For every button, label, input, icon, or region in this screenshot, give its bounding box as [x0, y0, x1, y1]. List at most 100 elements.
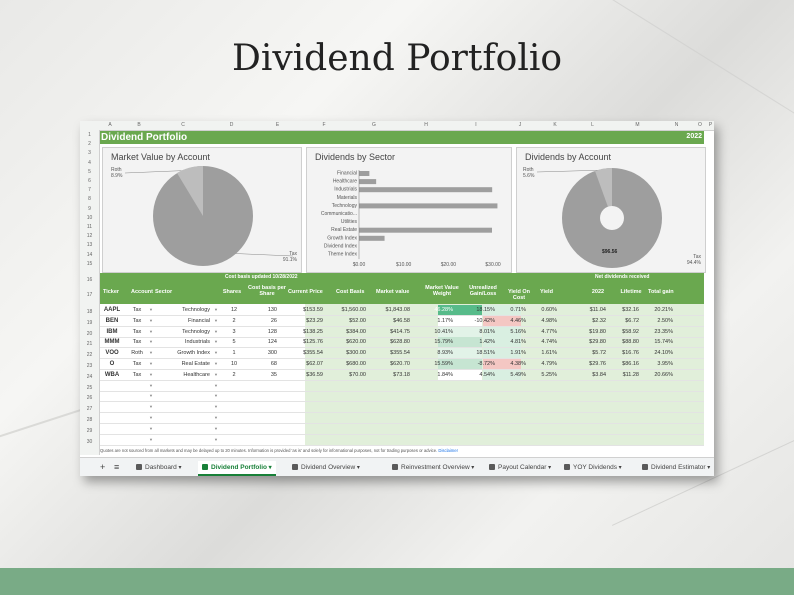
cell-total[interactable]: 20.66%: [648, 372, 673, 378]
cell-cost[interactable]: $1,560.00: [330, 307, 366, 313]
cell-total[interactable]: 23.35%: [648, 329, 673, 335]
table-row[interactable]: VOO Roth Growth Index 1 300 $355.54 $300.00 $35…: [100, 348, 704, 360]
tab-menu-arrow-icon[interactable]: ▾: [546, 465, 551, 471]
tab-menu-arrow-icon[interactable]: ▾: [470, 465, 474, 471]
cell-cost[interactable]: $384.00: [330, 329, 366, 335]
row-number[interactable]: 15: [80, 261, 99, 267]
column-letter[interactable]: I: [452, 122, 500, 128]
cell-cbps[interactable]: 68: [257, 361, 277, 367]
row-number[interactable]: 17: [80, 292, 99, 298]
dropdown-arrow-icon[interactable]: ▼: [214, 393, 218, 398]
cell-total[interactable]: 24.10%: [648, 350, 673, 356]
cell-cost[interactable]: $680.00: [330, 361, 366, 367]
column-letter[interactable]: H: [400, 122, 452, 128]
cell-mv[interactable]: $414.75: [375, 329, 410, 335]
cell-mv[interactable]: $355.54: [375, 350, 410, 356]
cell-yield[interactable]: 4.74%: [533, 339, 557, 345]
column-header[interactable]: Ticker: [100, 289, 122, 295]
dropdown-arrow-icon[interactable]: ▼: [214, 383, 218, 388]
column-header[interactable]: Cost basis per Share: [247, 285, 287, 297]
cell-total[interactable]: 15.74%: [648, 339, 673, 345]
sheet-tab[interactable]: Payout Calendar ▾: [485, 461, 555, 474]
table-row[interactable]: AAPL Tax Technology 12 130 $153.59 $1,560.00 $1…: [100, 305, 704, 316]
cell-shares[interactable]: 2: [228, 372, 240, 378]
table-row[interactable]: O Tax Real Estate 10 68 $62.07 $680.00 $620.70 1…: [100, 359, 704, 370]
cell-sector[interactable]: Real Estate: [160, 361, 210, 367]
market-value-chart[interactable]: Market Value by Account Roth 8.9% Tax 91.1…: [102, 147, 302, 273]
cell-yield[interactable]: 5.25%: [533, 372, 557, 378]
cell-cost[interactable]: $300.00: [330, 350, 366, 356]
cell-ticker[interactable]: MMM: [102, 339, 122, 345]
cell-lifetime[interactable]: $88.80: [611, 339, 639, 345]
cell-price[interactable]: $36.59: [287, 372, 323, 378]
column-header[interactable]: Market Value Weight: [420, 285, 464, 297]
tab-menu-arrow-icon[interactable]: ▾: [617, 465, 622, 471]
row-number[interactable]: 20: [80, 331, 99, 337]
cell-account[interactable]: Tax: [126, 372, 148, 378]
cell-lifetime[interactable]: $86.16: [611, 361, 639, 367]
cell-account[interactable]: Tax: [126, 329, 148, 335]
row-number[interactable]: 4: [80, 160, 99, 166]
cell-ugl[interactable]: 18.51%: [463, 350, 495, 356]
cell-yield[interactable]: 4.98%: [533, 318, 557, 324]
column-letter[interactable]: L: [570, 122, 615, 128]
cell-yoc[interactable]: 4.81%: [502, 339, 526, 345]
cell-y2022[interactable]: $3.84: [576, 372, 606, 378]
cell-total[interactable]: 20.21%: [648, 307, 673, 313]
column-header[interactable]: Current Price: [288, 289, 334, 295]
cell-lifetime[interactable]: $58.92: [611, 329, 639, 335]
cell-yoc[interactable]: 4.38%: [502, 361, 526, 367]
cell-shares[interactable]: 3: [228, 329, 240, 335]
dropdown-arrow-icon[interactable]: ▼: [214, 437, 218, 442]
sheet-tab[interactable]: Dividend Estimator ▾: [638, 461, 714, 474]
all-sheets-button[interactable]: ≡: [114, 461, 119, 474]
cell-shares[interactable]: 5: [228, 339, 240, 345]
cell-lifetime[interactable]: $32.16: [611, 307, 639, 313]
cell-weight[interactable]: 15.79%: [419, 339, 453, 345]
cell-cbps[interactable]: 300: [257, 350, 277, 356]
cell-account[interactable]: Tax: [126, 318, 148, 324]
cell-y2022[interactable]: $11.04: [576, 307, 606, 313]
cell-yield[interactable]: 0.60%: [533, 307, 557, 313]
table-row[interactable]: MMM Tax Industrials 5 124 $125.76 $620.00 $628.…: [100, 337, 704, 349]
cell-ticker[interactable]: WBA: [102, 372, 122, 378]
cell-sector[interactable]: Growth Index: [160, 350, 210, 356]
cell-shares[interactable]: 1: [228, 350, 240, 356]
dropdown-arrow-icon[interactable]: ▼: [214, 415, 218, 420]
row-number[interactable]: 11: [80, 224, 99, 230]
tab-menu-arrow-icon[interactable]: ▾: [355, 465, 360, 471]
cell-ugl[interactable]: 8.01%: [463, 329, 495, 335]
cell-ugl[interactable]: 1.42%: [463, 339, 495, 345]
row-number[interactable]: 27: [80, 406, 99, 412]
row-number[interactable]: 6: [80, 178, 99, 184]
dropdown-arrow-icon[interactable]: ▼: [149, 393, 153, 398]
table-row[interactable]: BEN Tax Financial 2 26 $23.29 $52.00 $46.58 1.17…: [100, 315, 704, 327]
column-header[interactable]: Yield: [540, 289, 570, 295]
table-row[interactable]: WBA Tax Healthcare 2 35 $36.59 $70.00 $73.18 1.8…: [100, 369, 704, 381]
sheet-tab[interactable]: YOY Dividends ▾: [560, 461, 626, 474]
column-letter[interactable]: G: [348, 122, 400, 128]
dropdown-arrow-icon[interactable]: ▼: [149, 339, 153, 344]
dropdown-arrow-icon[interactable]: ▼: [149, 361, 153, 366]
column-header[interactable]: Total gain: [648, 289, 704, 295]
row-number[interactable]: 29: [80, 428, 99, 434]
dropdown-arrow-icon[interactable]: ▼: [214, 329, 218, 334]
cell-sector[interactable]: Healthcare: [160, 372, 210, 378]
column-header[interactable]: Shares: [218, 289, 246, 295]
dropdown-arrow-icon[interactable]: ▼: [149, 404, 153, 409]
dropdown-arrow-icon[interactable]: ▼: [214, 318, 218, 323]
tab-menu-arrow-icon[interactable]: ▾: [177, 465, 181, 471]
cell-cbps[interactable]: 124: [257, 339, 277, 345]
dropdown-arrow-icon[interactable]: ▼: [149, 437, 153, 442]
cell-ticker[interactable]: IBM: [102, 329, 122, 335]
dropdown-arrow-icon[interactable]: ▼: [214, 426, 218, 431]
cell-yoc[interactable]: 5.16%: [502, 329, 526, 335]
column-letter[interactable]: D: [208, 122, 255, 128]
cell-yield[interactable]: 4.79%: [533, 361, 557, 367]
table-row[interactable]: IBM Tax Technology 3 128 $138.25 $384.00 $414.7…: [100, 326, 704, 338]
column-letter[interactable]: J: [500, 122, 540, 128]
dropdown-arrow-icon[interactable]: ▼: [214, 372, 218, 377]
cell-yoc[interactable]: 4.46%: [502, 318, 526, 324]
dropdown-arrow-icon[interactable]: ▼: [214, 307, 218, 312]
cell-y2022[interactable]: $29.76: [576, 361, 606, 367]
